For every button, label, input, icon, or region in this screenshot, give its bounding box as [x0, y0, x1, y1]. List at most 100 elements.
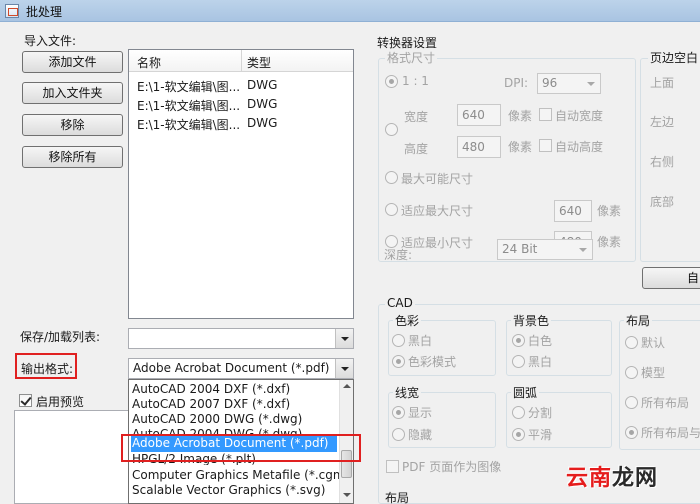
- depth-label: 深度:: [384, 248, 413, 262]
- file-name: E:\1-软文编辑\图...: [137, 80, 241, 94]
- color-bw-label: 黑白: [408, 334, 433, 348]
- lineweight-show-label: 显示: [408, 406, 433, 420]
- ratio-radio[interactable]: [385, 75, 398, 88]
- add-folder-button[interactable]: 加入文件夹: [22, 82, 123, 104]
- column-separator[interactable]: [241, 50, 242, 72]
- margin-right-label: 右侧: [650, 155, 675, 169]
- layout-all-radio[interactable]: [625, 396, 638, 409]
- height-label: 高度: [404, 142, 429, 156]
- layout-model-label: 模型: [641, 366, 666, 380]
- chevron-down-icon[interactable]: [335, 329, 353, 348]
- layout-all-and-radio[interactable]: [625, 426, 638, 439]
- column-name[interactable]: 名称: [137, 54, 161, 71]
- scroll-up-icon[interactable]: [340, 382, 353, 392]
- preview-area: [14, 410, 130, 504]
- color-bw-radio[interactable]: [392, 334, 405, 347]
- arc-split-label: 分割: [528, 406, 553, 420]
- auto-height-label: 自动高度: [555, 140, 604, 154]
- auto-height-checkbox[interactable]: [539, 139, 552, 152]
- remove-all-button[interactable]: 移除所有: [22, 146, 123, 168]
- arc-split-radio[interactable]: [512, 406, 525, 419]
- option-dwg-2000[interactable]: AutoCAD 2000 DWG (*.dwg): [131, 412, 302, 427]
- fit-max-value: 640: [559, 204, 582, 218]
- option-cgm[interactable]: Computer Graphics Metafile (*.cgm): [131, 468, 349, 483]
- width-unit: 像素: [508, 109, 533, 123]
- background-title: 背景色: [511, 312, 552, 329]
- custom-size-radio[interactable]: [385, 123, 398, 136]
- dpi-dropdown[interactable]: 96: [537, 73, 601, 94]
- depth-dropdown[interactable]: 24 Bit: [497, 239, 593, 260]
- save-load-label: 保存/加载列表:: [20, 330, 101, 344]
- file-type: DWG: [247, 78, 278, 92]
- auto-width-checkbox[interactable]: [539, 108, 552, 121]
- enable-preview-label: 启用预览: [36, 395, 85, 409]
- lineweight-title: 线宽: [393, 384, 422, 401]
- option-dxf-2007[interactable]: AutoCAD 2007 DXF (*.dxf): [131, 397, 290, 412]
- file-list[interactable]: 名称 类型 E:\1-软文编辑\图... DWG E:\1-软文编辑\图... …: [128, 49, 354, 319]
- layout-title: 布局: [624, 312, 653, 329]
- layout-model-radio[interactable]: [625, 366, 638, 379]
- bg-black-radio[interactable]: [512, 355, 525, 368]
- file-name: E:\1-软文编辑\图...: [137, 99, 241, 113]
- height-value: 480: [462, 140, 485, 154]
- lineweight-hide-label: 隐藏: [408, 428, 433, 442]
- format-size-title: 格式尺寸: [385, 49, 438, 66]
- scroll-down-icon[interactable]: [340, 491, 353, 501]
- enable-preview-checkbox[interactable]: [19, 394, 32, 407]
- width-input[interactable]: 640: [457, 104, 501, 126]
- color-mode-radio[interactable]: [392, 355, 405, 368]
- height-unit: 像素: [508, 140, 533, 154]
- bg-white-label: 白色: [528, 334, 553, 348]
- ratio-label: 1 : 1: [402, 74, 429, 88]
- arc-smooth-label: 平滑: [528, 428, 553, 442]
- height-input[interactable]: 480: [457, 136, 501, 158]
- dpi-label: DPI:: [504, 76, 529, 90]
- option-dxf-2004[interactable]: AutoCAD 2004 DXF (*.dxf): [131, 382, 290, 397]
- file-name: E:\1-软文编辑\图...: [137, 118, 241, 132]
- lineweight-hide-radio[interactable]: [392, 428, 405, 441]
- pdf-option-highlight: [121, 434, 361, 462]
- fit-max-input[interactable]: 640: [554, 200, 592, 222]
- width-value: 640: [462, 108, 485, 122]
- file-type: DWG: [247, 97, 278, 111]
- margins-title: 页边空白: [648, 49, 700, 66]
- fit-min-unit: 像素: [597, 235, 622, 249]
- file-row[interactable]: E:\1-软文编辑\图... DWG: [129, 114, 353, 133]
- max-possible-label: 最大可能尺寸: [401, 172, 474, 186]
- chevron-down-icon[interactable]: [574, 240, 592, 259]
- app-icon: [5, 4, 19, 18]
- cad-title: CAD: [385, 296, 415, 310]
- bg-white-radio[interactable]: [512, 334, 525, 347]
- output-format-dropdown[interactable]: Adobe Acrobat Document (*.pdf): [128, 358, 354, 379]
- chevron-down-icon[interactable]: [582, 74, 600, 93]
- layout-default-label: 默认: [641, 336, 666, 350]
- margin-bottom-label: 底部: [650, 195, 675, 209]
- margin-left-label: 左边: [650, 115, 675, 129]
- max-possible-radio[interactable]: [385, 171, 398, 184]
- arc-smooth-radio[interactable]: [512, 428, 525, 441]
- auto-margin-button[interactable]: 自: [642, 267, 700, 289]
- site-watermark: 云南龙网: [566, 466, 659, 491]
- window-title: 批处理: [26, 5, 63, 19]
- batch-dialog: 导入文件: 添加文件 加入文件夹 移除 移除所有 名称 类型 E:\1-软文编辑…: [0, 22, 700, 504]
- output-format-label: 输出格式:: [21, 362, 74, 376]
- save-load-dropdown[interactable]: [128, 328, 354, 349]
- pdf-as-image-label: PDF 页面作为图像: [402, 460, 502, 474]
- depth-value: 24 Bit: [502, 242, 538, 256]
- chevron-down-icon[interactable]: [335, 359, 353, 378]
- file-row[interactable]: E:\1-软文编辑\图... DWG: [129, 76, 353, 95]
- fit-max-radio[interactable]: [385, 203, 398, 216]
- color-title: 色彩: [393, 312, 422, 329]
- layout-default-radio[interactable]: [625, 336, 638, 349]
- option-svg[interactable]: Scalable Vector Graphics (*.svg): [131, 483, 325, 498]
- column-type[interactable]: 类型: [247, 54, 271, 71]
- pdf-as-image-checkbox[interactable]: [386, 460, 399, 473]
- auto-width-label: 自动宽度: [555, 109, 604, 123]
- lineweight-show-radio[interactable]: [392, 406, 405, 419]
- file-row[interactable]: E:\1-软文编辑\图... DWG: [129, 95, 353, 114]
- title-bar: 批处理: [0, 0, 700, 22]
- color-mode-label: 色彩模式: [408, 355, 457, 369]
- add-file-button[interactable]: 添加文件: [22, 51, 123, 73]
- remove-button[interactable]: 移除: [22, 114, 123, 136]
- layout-all-label: 所有布局: [641, 396, 690, 410]
